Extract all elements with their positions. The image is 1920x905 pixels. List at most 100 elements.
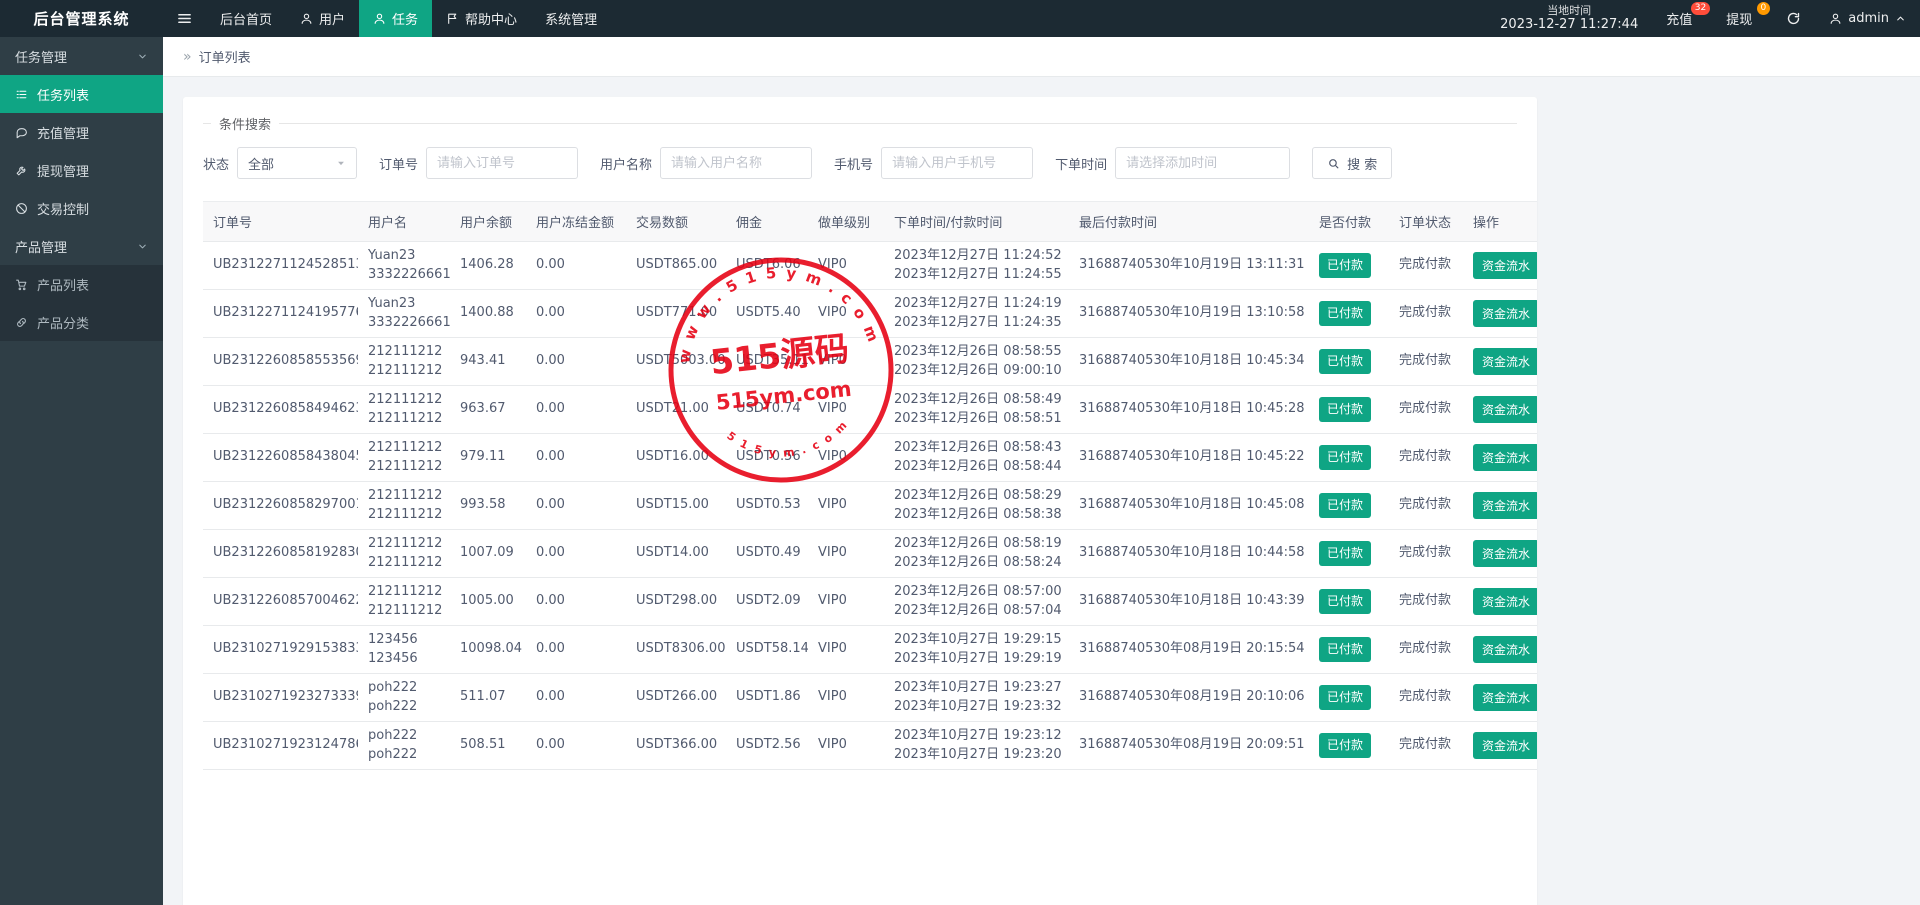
username-cell: poh222 poh222 bbox=[358, 721, 450, 770]
commission-cell: USDT1.86 bbox=[726, 673, 808, 722]
username-line1: 212111212 bbox=[368, 583, 443, 599]
amount-cell: USDT14.00 bbox=[626, 529, 726, 578]
order-time-line2: 2023年10月27日 19:23:32 bbox=[894, 698, 1062, 714]
funds-flow-button[interactable]: 资金流水 bbox=[1473, 252, 1537, 279]
funds-flow-button[interactable]: 资金流水 bbox=[1473, 588, 1537, 615]
order-time-cell: 2023年12月26日 08:58:29 2023年12月26日 08:58:3… bbox=[884, 481, 1069, 530]
order-status-cell: 完成付款 bbox=[1389, 721, 1463, 770]
commission-cell: USDT35.11 bbox=[726, 337, 808, 386]
order-time-line2: 2023年12月26日 09:00:10 bbox=[894, 362, 1062, 378]
funds-flow-button[interactable]: 资金流水 bbox=[1473, 540, 1537, 567]
amount-cell: USDT5003.00 bbox=[626, 337, 726, 386]
amount-cell: USDT15.00 bbox=[626, 481, 726, 530]
admin-username: admin bbox=[1848, 11, 1889, 26]
local-time: 当地时间 2023-12-27 11:27:44 bbox=[1486, 0, 1652, 37]
balance-cell: 1406.28 bbox=[450, 241, 526, 290]
flag-icon bbox=[448, 13, 457, 24]
username-cell: 212111212 212111212 bbox=[358, 481, 450, 530]
balance-cell: 511.07 bbox=[450, 673, 526, 722]
nav-item-system[interactable]: 系统管理 bbox=[531, 0, 611, 37]
sidebar-group-product-management[interactable]: 产品管理 bbox=[0, 227, 163, 265]
sidebar-item-withdraw-management[interactable]: 提现管理 bbox=[0, 151, 163, 189]
recharge-nav-button[interactable]: 充值 32 bbox=[1652, 0, 1712, 37]
funds-flow-button[interactable]: 资金流水 bbox=[1473, 732, 1537, 759]
username-cell: 212111212 212111212 bbox=[358, 337, 450, 386]
table-row: UB2312271124528513 Yuan23 3332226661 140… bbox=[203, 241, 1537, 290]
order-no-cell: UB2312260858553569 bbox=[203, 337, 358, 386]
vip-level-cell: VIP0 bbox=[808, 241, 884, 290]
nav-item-tasks[interactable]: 任务 bbox=[359, 0, 433, 37]
order-status-cell: 完成付款 bbox=[1389, 673, 1463, 722]
nav-item-home[interactable]: 后台首页 bbox=[206, 0, 286, 37]
username-line1: 212111212 bbox=[368, 535, 443, 551]
sidebar-item-product-category[interactable]: 产品分类 bbox=[0, 303, 163, 341]
table-row: UB2312260857004622 212111212 212111212 1… bbox=[203, 577, 1537, 626]
balance-cell: 963.67 bbox=[450, 385, 526, 434]
sidebar-item-recharge-management[interactable]: 充值管理 bbox=[0, 113, 163, 151]
nav-item-users[interactable]: 用户 bbox=[286, 0, 359, 37]
order-status-cell: 完成付款 bbox=[1389, 241, 1463, 290]
funds-flow-button[interactable]: 资金流水 bbox=[1473, 492, 1537, 519]
order-time-line2: 2023年12月26日 08:58:38 bbox=[894, 506, 1062, 522]
sidebar-toggle-button[interactable] bbox=[163, 0, 206, 37]
order-no-input[interactable] bbox=[426, 147, 579, 179]
withdraw-nav-button[interactable]: 提现 0 bbox=[1712, 0, 1772, 37]
last-pay-time-cell: 31688740530年08月19日 20:15:54 bbox=[1069, 625, 1309, 674]
search-fieldset: 条件搜索 状态 全部 订单号 请输入订单号 用户名称 请输入用户名称 手机号 请… bbox=[203, 114, 1517, 179]
action-cell: 资金流水 bbox=[1463, 721, 1537, 770]
search-button[interactable]: 搜 索 bbox=[1312, 147, 1393, 179]
sidebar-item-trade-control[interactable]: 交易控制 bbox=[0, 189, 163, 227]
username-label: 用户名称 bbox=[600, 157, 653, 173]
frozen-cell: 0.00 bbox=[526, 433, 626, 482]
username-line2: 212111212 bbox=[368, 410, 443, 426]
nav-item-help-center[interactable]: 帮助中心 bbox=[432, 0, 531, 37]
sidebar-item-task-list[interactable]: 任务列表 bbox=[0, 75, 163, 113]
username-cell: 212111212 212111212 bbox=[358, 529, 450, 578]
action-cell: 资金流水 bbox=[1463, 337, 1537, 386]
funds-flow-button[interactable]: 资金流水 bbox=[1473, 636, 1537, 663]
amount-cell: USDT366.00 bbox=[626, 721, 726, 770]
order-time-cell: 2023年10月27日 19:23:12 2023年10月27日 19:23:2… bbox=[884, 721, 1069, 770]
status-field: 状态 全部 bbox=[203, 147, 358, 179]
last-pay-time-cell: 31688740530年10月19日 13:11:31 bbox=[1069, 241, 1309, 290]
sidebar-item-product-list[interactable]: 产品列表 bbox=[0, 265, 163, 303]
funds-flow-button[interactable]: 资金流水 bbox=[1473, 300, 1537, 327]
order-no-cell: UB2312271124195776 bbox=[203, 289, 358, 338]
list-icon bbox=[16, 90, 27, 98]
order-status-cell: 完成付款 bbox=[1389, 385, 1463, 434]
username-input[interactable] bbox=[660, 147, 813, 179]
order-time-line1: 2023年10月27日 19:23:12 bbox=[894, 727, 1062, 743]
order-time-line1: 2023年10月27日 19:29:15 bbox=[894, 631, 1062, 647]
amount-cell: USDT298.00 bbox=[626, 577, 726, 626]
refresh-button[interactable] bbox=[1772, 0, 1815, 37]
top-navbar: 后台管理系统 后台首页 用户 任务 帮助中心 系统管理 当地时间 2023-12… bbox=[0, 0, 1920, 37]
vip-level-cell: VIP0 bbox=[808, 337, 884, 386]
action-cell: 资金流水 bbox=[1463, 625, 1537, 674]
admin-menu[interactable]: admin bbox=[1815, 0, 1920, 37]
frozen-cell: 0.00 bbox=[526, 625, 626, 674]
table-header-cell: 最后付款时间 bbox=[1069, 201, 1309, 242]
funds-flow-button[interactable]: 资金流水 bbox=[1473, 396, 1537, 423]
balance-cell: 1005.00 bbox=[450, 577, 526, 626]
funds-flow-button[interactable]: 资金流水 bbox=[1473, 684, 1537, 711]
username-line2: 212111212 bbox=[368, 506, 443, 522]
last-pay-time-cell: 31688740530年10月18日 10:45:34 bbox=[1069, 337, 1309, 386]
username-line2: 212111212 bbox=[368, 362, 443, 378]
funds-flow-button[interactable]: 资金流水 bbox=[1473, 348, 1537, 375]
order-status-cell: 完成付款 bbox=[1389, 529, 1463, 578]
content: 条件搜索 状态 全部 订单号 请输入订单号 用户名称 请输入用户名称 手机号 请… bbox=[163, 77, 1920, 905]
order-time-line1: 2023年12月26日 08:58:43 bbox=[894, 439, 1062, 455]
status-select[interactable]: 全部 bbox=[237, 147, 358, 179]
funds-flow-button[interactable]: 资金流水 bbox=[1473, 444, 1537, 471]
table-row: UB2312260858297001 212111212 212111212 9… bbox=[203, 481, 1537, 530]
order-no-cell: UB2312271124528513 bbox=[203, 241, 358, 290]
table-header-cell: 操作 bbox=[1463, 201, 1537, 242]
paid-badge: 已付款 bbox=[1319, 588, 1372, 615]
paid-cell: 已付款 bbox=[1309, 385, 1389, 434]
last-pay-time-cell: 31688740530年08月19日 20:09:51 bbox=[1069, 721, 1309, 770]
sidebar-group-task-management[interactable]: 任务管理 bbox=[0, 37, 163, 75]
order-no-cell: UB2312260857004622 bbox=[203, 577, 358, 626]
order-time-input[interactable] bbox=[1115, 147, 1291, 179]
phone-input[interactable] bbox=[881, 147, 1034, 179]
order-no-cell: UB2310271923124786 bbox=[203, 721, 358, 770]
